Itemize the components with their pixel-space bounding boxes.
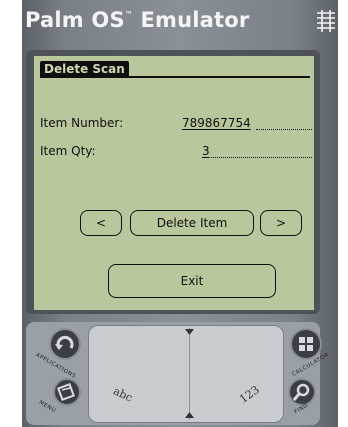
graffiti-bottom-marker-icon xyxy=(185,412,194,418)
item-number-underline xyxy=(256,129,312,130)
menu-icon xyxy=(57,383,75,401)
lcd-screen: Delete Scan Item Number: 789867754 Item … xyxy=(34,56,314,310)
emulator-title: Palm OS™ Emulator xyxy=(25,8,249,32)
graffiti-area[interactable]: abc 123 xyxy=(88,325,284,423)
applications-button[interactable] xyxy=(49,328,81,360)
emulator-title-rest: Emulator xyxy=(132,8,250,32)
item-number-label: Item Number: xyxy=(40,116,124,130)
prev-button[interactable]: < xyxy=(80,210,122,236)
title-rule xyxy=(40,76,310,78)
graffiti-divider xyxy=(189,328,190,420)
item-qty-field[interactable]: 3 xyxy=(202,144,210,158)
graffiti-letters-label: abc xyxy=(111,384,135,405)
calculator-icon xyxy=(299,337,313,351)
graffiti-numbers-label: 123 xyxy=(237,383,262,406)
next-button[interactable]: > xyxy=(260,210,302,236)
delete-item-button[interactable]: Delete Item xyxy=(130,210,254,236)
menu-button[interactable] xyxy=(53,378,81,406)
emulator-title-main: Palm OS xyxy=(25,8,125,32)
find-button[interactable] xyxy=(288,378,316,406)
graffiti-top-marker-icon xyxy=(185,329,194,335)
item-number-field[interactable]: 789867754 xyxy=(182,116,251,130)
applications-icon xyxy=(55,335,74,350)
item-qty-underline xyxy=(211,157,312,158)
magnifier-icon xyxy=(292,383,310,401)
exit-button[interactable]: Exit xyxy=(108,264,276,298)
item-qty-label: Item Qty: xyxy=(40,144,96,158)
palm-logo-icon xyxy=(317,10,335,32)
calculator-button[interactable] xyxy=(290,328,322,360)
trademark-mark: ™ xyxy=(124,10,133,19)
